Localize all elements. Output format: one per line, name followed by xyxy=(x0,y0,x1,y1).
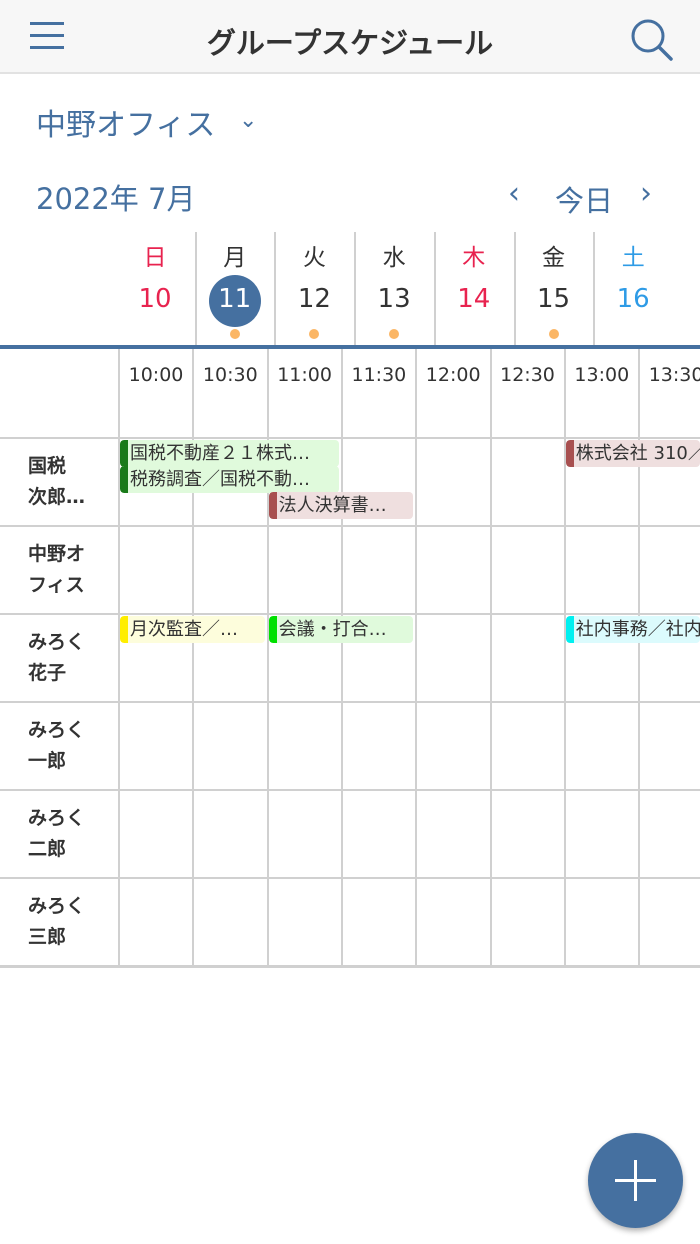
grid-line-horizontal xyxy=(0,437,700,439)
member-name-line: 次郎… xyxy=(28,486,86,508)
page-title: グループスケジュール xyxy=(206,26,494,60)
schedule-event[interactable]: 株式会社 310／ xyxy=(565,440,700,467)
event-indicator-dot xyxy=(229,329,240,339)
member-name[interactable]: 国税次郎… xyxy=(28,451,116,513)
day-number[interactable]: 10 xyxy=(115,284,195,314)
grid-line-horizontal xyxy=(0,877,700,879)
grid-line-horizontal xyxy=(0,701,700,703)
day-of-week-label: 月 xyxy=(223,245,247,271)
time-label: 13:00 xyxy=(574,364,630,386)
day-separator xyxy=(433,232,436,346)
time-label: 12:30 xyxy=(500,364,555,386)
grid-line-vertical xyxy=(415,349,418,965)
member-name-line: みろく xyxy=(28,895,86,917)
time-label: 12:00 xyxy=(425,364,481,386)
grid-line-horizontal xyxy=(0,789,700,791)
event-color-bar xyxy=(565,440,574,467)
chevron-down-icon: ⌄ xyxy=(238,108,258,133)
add-schedule-button[interactable] xyxy=(588,1133,683,1228)
event-color-bar xyxy=(120,616,128,643)
member-name[interactable]: みろく 二郎 xyxy=(28,803,116,865)
plus-icon xyxy=(615,1160,656,1201)
event-title: 税務調査／国税不動… xyxy=(130,469,310,490)
day-separator xyxy=(513,232,516,346)
day-of-week-label: 火 xyxy=(302,245,326,271)
app-header: グループスケジュール xyxy=(0,0,700,74)
day-separator xyxy=(274,232,277,346)
time-label: 10:30 xyxy=(202,364,258,386)
member-name-line: 花子 xyxy=(28,662,67,684)
member-name-line: 国税 xyxy=(28,455,67,477)
day-of-week-label: 金 xyxy=(542,245,565,271)
divider xyxy=(0,345,700,349)
day-number[interactable]: 11 xyxy=(195,284,275,314)
day-of-week-label: 木 xyxy=(462,245,486,271)
schedule-event[interactable]: 税務調査／国税不動… xyxy=(120,466,339,493)
event-title: 社内事務／社内 xyxy=(575,619,700,640)
grid-line-horizontal xyxy=(0,965,700,968)
event-color-bar xyxy=(268,616,277,643)
day-of-week-label: 土 xyxy=(621,245,645,271)
member-name-line: みろく xyxy=(28,807,86,829)
day-separator xyxy=(593,232,596,346)
event-title: 国税不動産２１株式… xyxy=(130,443,310,464)
day-of-week-label: 日 xyxy=(143,245,167,271)
member-name[interactable]: みろく 一郎 xyxy=(28,715,116,777)
event-color-bar xyxy=(120,466,128,493)
time-label: 10:00 xyxy=(128,364,184,386)
office-label: 中野オフィス xyxy=(36,108,216,143)
event-title: 月次監査／… xyxy=(130,619,238,640)
day-number[interactable]: 13 xyxy=(354,284,434,314)
day-number[interactable]: 16 xyxy=(593,284,673,314)
member-name-line: 一郎 xyxy=(28,750,67,772)
member-name[interactable]: みろく 花子 xyxy=(28,627,116,689)
day-separator xyxy=(354,232,357,346)
member-name-line: 中野オ xyxy=(28,543,86,565)
member-name-line: みろく xyxy=(28,631,86,653)
today-button[interactable]: 今日 xyxy=(555,178,613,220)
schedule-event[interactable]: 国税不動産２１株式… xyxy=(120,440,339,467)
member-name-line: みろく xyxy=(28,719,86,741)
member-name[interactable]: 中野オ フィス xyxy=(28,539,116,601)
current-month: 2022年 7月 xyxy=(36,182,196,216)
time-label: 11:00 xyxy=(277,364,332,386)
event-color-bar xyxy=(120,440,128,467)
grid-line-horizontal xyxy=(0,613,700,615)
event-title: 会議・打合… xyxy=(278,619,387,640)
day-number[interactable]: 14 xyxy=(434,284,514,314)
event-color-bar xyxy=(268,492,277,519)
member-name-line: 二郎 xyxy=(28,838,67,860)
time-label: 11:30 xyxy=(351,364,407,386)
office-selector[interactable]: 中野オフィス ⌄ xyxy=(36,100,257,144)
grid-line-vertical xyxy=(489,349,492,965)
member-name[interactable]: みろく 三郎 xyxy=(28,891,116,953)
next-week-button[interactable]: › xyxy=(640,176,652,211)
schedule-event[interactable]: 月次監査／… xyxy=(120,616,265,643)
schedule-event[interactable]: 社内事務／社内 xyxy=(565,616,700,643)
schedule-event[interactable]: 会議・打合… xyxy=(268,616,414,643)
member-name-line: フィス xyxy=(28,574,85,596)
schedule-event[interactable]: 法人決算書… xyxy=(268,492,414,519)
search-icon[interactable] xyxy=(628,16,674,62)
day-number[interactable]: 12 xyxy=(274,284,354,314)
prev-week-button[interactable]: ‹ xyxy=(508,176,520,211)
event-title: 法人決算書… xyxy=(278,495,387,516)
grid-line-vertical xyxy=(340,349,343,965)
day-separator xyxy=(194,232,197,346)
day-number[interactable]: 15 xyxy=(514,284,594,314)
grid-line-horizontal xyxy=(0,525,700,527)
time-label: 13:30 xyxy=(648,364,700,386)
day-of-week-label: 水 xyxy=(382,245,406,271)
event-indicator-dot xyxy=(548,329,559,339)
event-title: 株式会社 310／ xyxy=(575,443,700,464)
event-color-bar xyxy=(565,616,574,643)
member-name-line: 三郎 xyxy=(28,926,67,948)
